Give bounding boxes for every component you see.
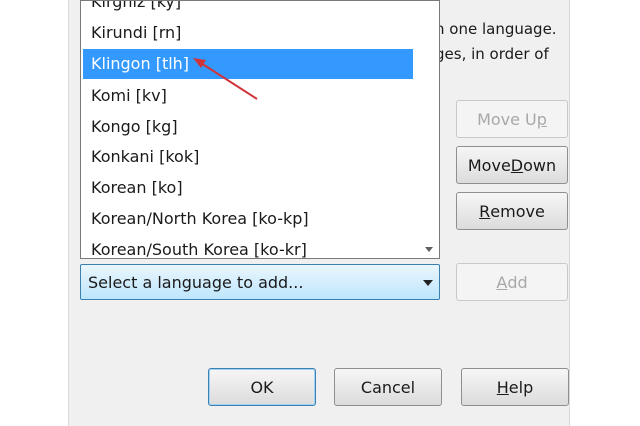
remove-button[interactable]: Remove — [456, 192, 568, 230]
description-line-1: n one language. — [435, 20, 557, 38]
list-item[interactable]: Kirghiz [ky] — [83, 1, 413, 17]
help-button[interactable]: Help — [461, 368, 569, 406]
add-button[interactable]: Add — [456, 263, 568, 301]
move-down-button[interactable]: Move Down — [456, 146, 568, 184]
list-item[interactable]: Korean/South Korea [ko-kr] — [83, 235, 413, 258]
chevron-down-icon — [423, 280, 433, 286]
list-item[interactable]: Korean [ko] — [83, 173, 413, 203]
move-up-button[interactable]: Move Up — [456, 100, 568, 138]
add-language-select[interactable]: Select a language to add... — [80, 264, 440, 300]
list-item[interactable]: Kongo [kg] — [83, 112, 413, 142]
list-item[interactable]: Komi [kv] — [83, 81, 413, 111]
language-dropdown-list[interactable]: Kirghiz [ky] Kirundi [rn] Klingon [tlh] … — [80, 0, 440, 259]
list-item-selected[interactable]: Klingon [tlh] — [83, 49, 413, 79]
add-language-select-value: Select a language to add... — [88, 272, 304, 292]
scroll-down-arrow-icon[interactable] — [425, 247, 433, 252]
list-scrollbar[interactable] — [419, 1, 439, 258]
list-item[interactable]: Kirundi [rn] — [83, 18, 413, 48]
cancel-button[interactable]: Cancel — [334, 368, 442, 406]
list-item[interactable]: Korean/North Korea [ko-kp] — [83, 204, 413, 234]
ok-button[interactable]: OK — [208, 368, 316, 406]
list-item[interactable]: Konkani [kok] — [83, 142, 413, 172]
description-line-2: ges, in order of — [435, 45, 549, 63]
